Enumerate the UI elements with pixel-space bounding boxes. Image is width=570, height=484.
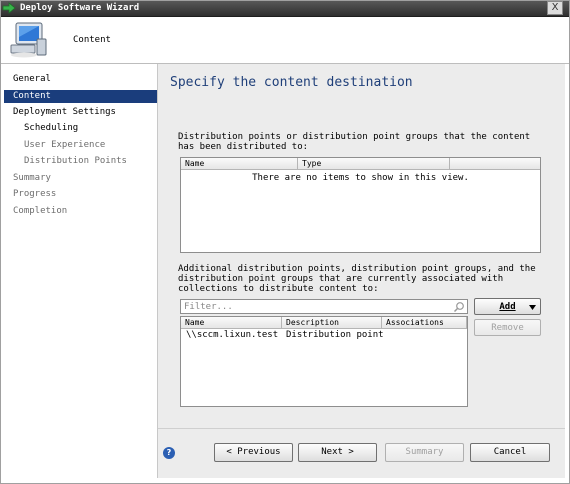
table-row[interactable]: \\sccm.lixun.test Distribution point xyxy=(181,330,467,342)
add-label: Add xyxy=(499,302,516,312)
sidebar-item-completion: Completion xyxy=(13,206,68,216)
search-icon[interactable] xyxy=(453,301,465,313)
wizard-arrow-icon xyxy=(2,2,16,14)
wizard-header: Content xyxy=(0,17,570,64)
add-button[interactable]: Add xyxy=(474,298,541,315)
title-bar: Deploy Software Wizard X xyxy=(0,0,570,17)
distributed-description: Distribution points or distribution poin… xyxy=(178,132,531,152)
close-icon: X xyxy=(551,2,559,13)
sidebar-item-content: Content xyxy=(4,90,157,103)
list-header: Name Description Associations xyxy=(181,317,467,329)
help-icon[interactable]: ? xyxy=(163,447,175,459)
empty-list-message: There are no items to show in this view. xyxy=(252,173,469,183)
filter-input[interactable]: Filter... xyxy=(180,299,468,314)
sidebar-item-progress: Progress xyxy=(13,189,57,199)
sidebar-item-summary: Summary xyxy=(13,173,51,183)
filter-placeholder: Filter... xyxy=(184,302,233,312)
sidebar-item-general: General xyxy=(13,74,51,84)
previous-button[interactable]: < Previous xyxy=(214,443,293,462)
sidebar-item-user-experience: User Experience xyxy=(24,140,106,150)
next-button[interactable]: Next > xyxy=(298,443,377,462)
column-name[interactable]: Name xyxy=(181,317,282,328)
close-button[interactable]: X xyxy=(547,1,563,15)
page-title: Content xyxy=(73,35,111,45)
list-header: Name Type xyxy=(181,158,540,170)
section-heading: Specify the content destination xyxy=(170,75,413,90)
distributed-list[interactable]: Name Type There are no items to show in … xyxy=(180,157,541,253)
column-associations[interactable]: Associations xyxy=(382,317,467,328)
computer-icon xyxy=(10,22,47,58)
associated-description: Additional distribution points, distribu… xyxy=(178,264,536,294)
associated-list[interactable]: Name Description Associations \\sccm.lix… xyxy=(180,316,468,407)
cancel-button[interactable]: Cancel xyxy=(470,443,550,462)
wizard-steps-sidebar: General Content Deployment Settings Sche… xyxy=(4,64,158,478)
dropdown-arrow-icon xyxy=(529,305,536,310)
footer-divider xyxy=(158,428,565,429)
sidebar-item-distribution-points: Distribution Points xyxy=(24,156,127,166)
column-type[interactable]: Type xyxy=(298,158,450,169)
column-description[interactable]: Description xyxy=(282,317,382,328)
summary-button[interactable]: Summary xyxy=(385,443,464,462)
sidebar-item-scheduling: Scheduling xyxy=(24,123,79,133)
remove-button[interactable]: Remove xyxy=(474,319,541,336)
window-title: Deploy Software Wizard xyxy=(20,3,140,13)
row-name: \\sccm.lixun.test xyxy=(186,330,279,340)
row-description: Distribution point xyxy=(286,330,384,340)
column-name[interactable]: Name xyxy=(181,158,298,169)
sidebar-item-deployment-settings: Deployment Settings xyxy=(13,107,116,117)
